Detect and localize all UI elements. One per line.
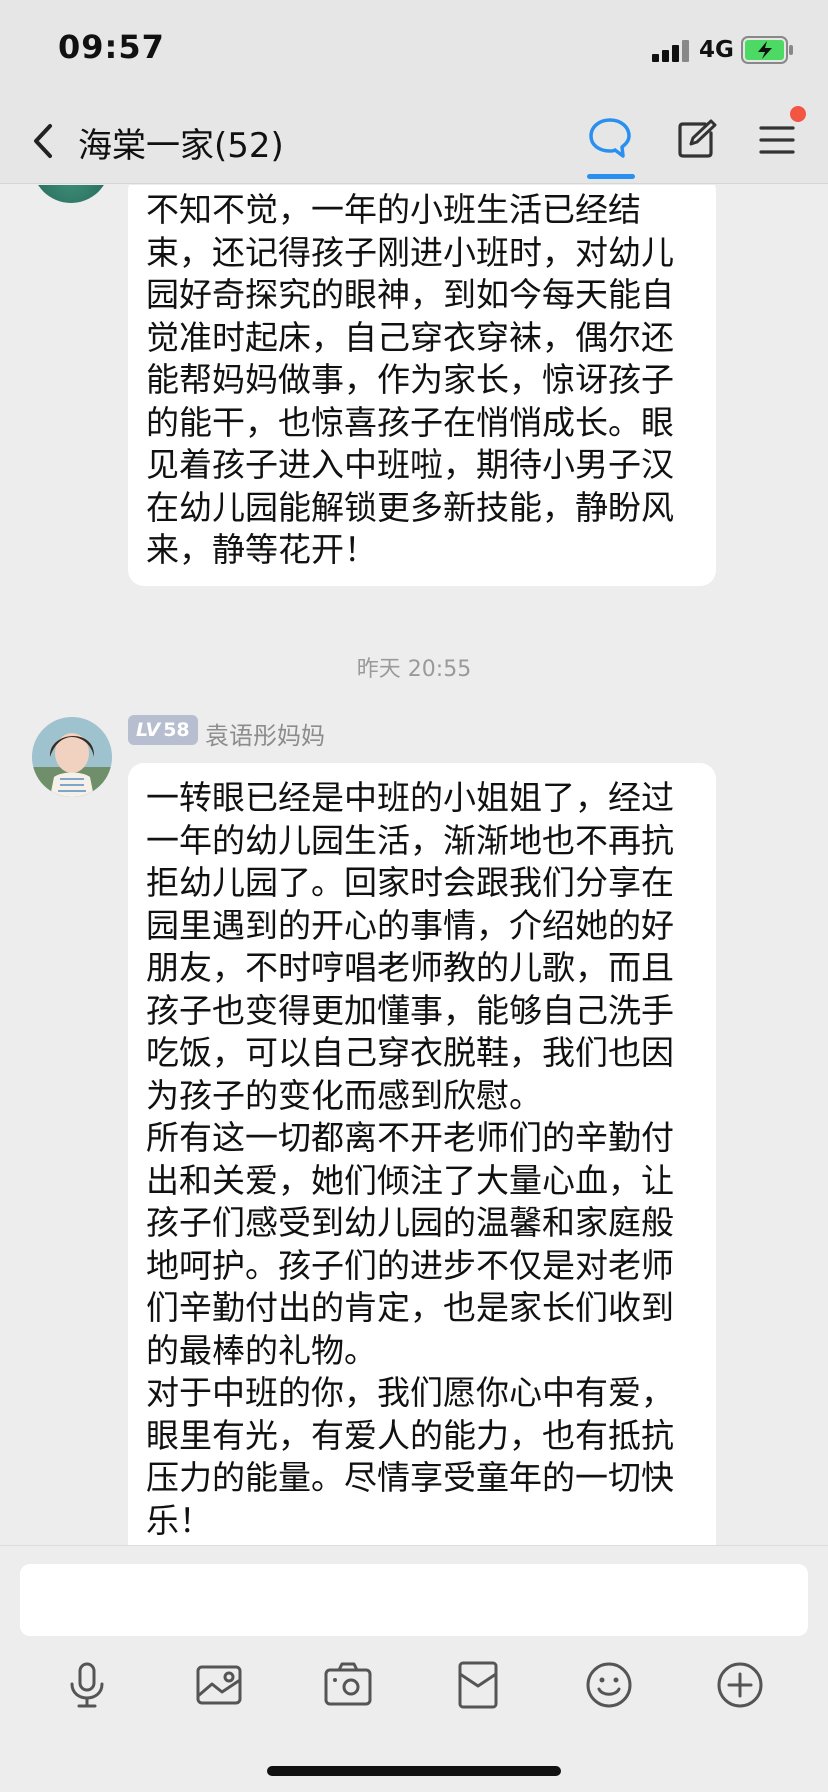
battery-icon	[741, 36, 793, 64]
message-input[interactable]	[20, 1564, 808, 1636]
red-packet-icon[interactable]	[451, 1658, 505, 1712]
home-indicator[interactable]	[267, 1766, 561, 1776]
edit-icon[interactable]	[675, 118, 717, 160]
status-time: 09:57	[58, 28, 165, 66]
level-badge: LV 58	[128, 715, 198, 745]
group-title: 海棠一家(52)	[78, 126, 284, 166]
message-bubble[interactable]: 不知不觉，一年的小班生活已经结束，还记得孩子刚进小班时，对幼儿园好奇探究的眼神，…	[128, 185, 716, 586]
chat-bubble-icon[interactable]	[587, 116, 633, 160]
avatar[interactable]	[32, 185, 110, 203]
status-bar: 09:57 4G	[0, 0, 828, 100]
message-timestamp: 昨天 20:55	[356, 657, 472, 682]
camera-icon[interactable]	[321, 1658, 375, 1712]
plus-icon[interactable]	[713, 1658, 767, 1712]
active-tab-indicator	[587, 174, 635, 179]
microphone-icon[interactable]	[60, 1658, 114, 1712]
signal-icon	[652, 38, 692, 62]
avatar[interactable]	[32, 717, 112, 797]
input-area	[0, 1545, 828, 1792]
back-icon[interactable]	[28, 118, 58, 164]
avatar-photo	[32, 717, 112, 797]
network-type: 4G	[699, 37, 734, 63]
nav-bar: 海棠一家(52)	[0, 100, 828, 184]
emoji-icon[interactable]	[582, 1658, 636, 1712]
sender-name: 袁语彤妈妈	[205, 722, 325, 750]
notification-dot	[790, 106, 806, 122]
menu-icon[interactable]	[758, 120, 796, 160]
image-icon[interactable]	[192, 1658, 246, 1712]
message-bubble[interactable]: 一转眼已经是中班的小姐姐了，经过一年的幼儿园生活，渐渐地也不再抗拒幼儿园了。回家…	[128, 763, 716, 1545]
chat-message-list[interactable]: 不知不觉，一年的小班生活已经结束，还记得孩子刚进小班时，对幼儿园好奇探究的眼神，…	[0, 185, 828, 1545]
